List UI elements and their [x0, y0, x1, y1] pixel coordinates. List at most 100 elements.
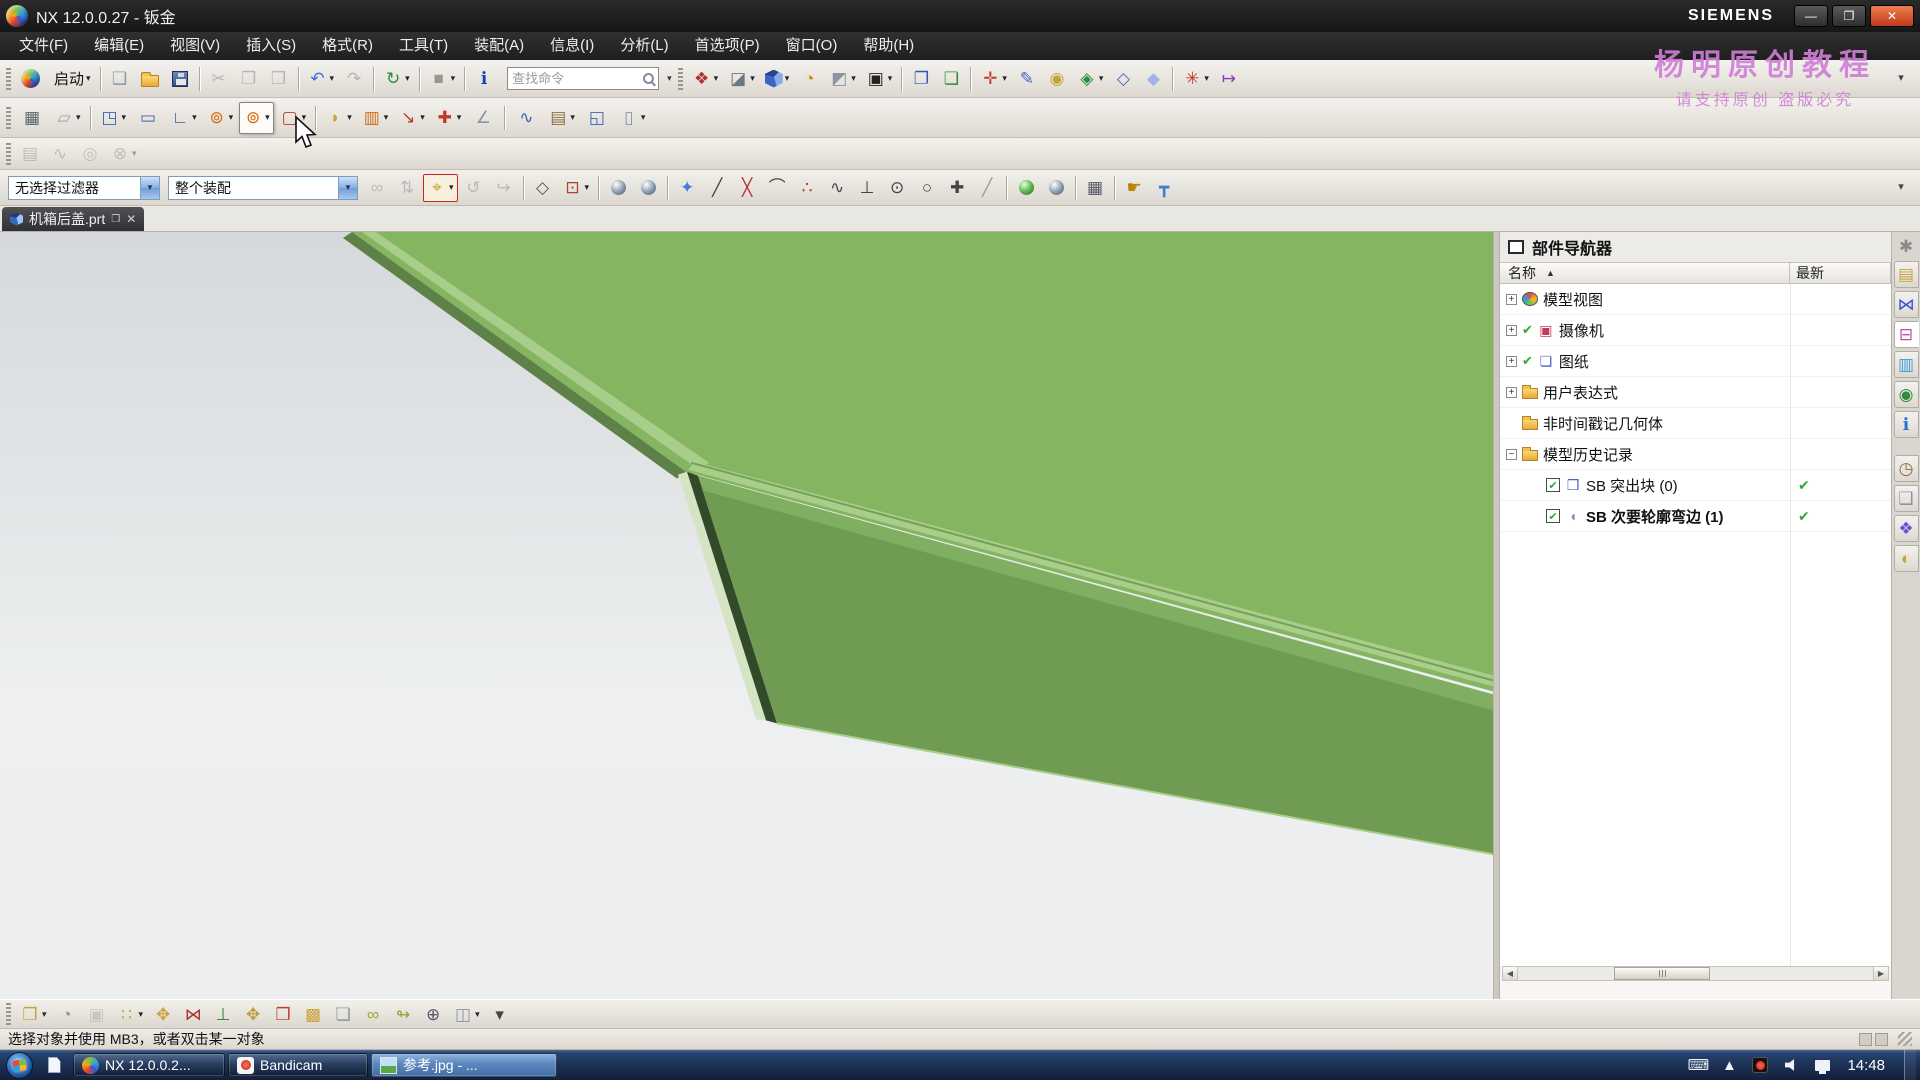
mirror-assembly-icon[interactable]: ⋈: [179, 1001, 207, 1027]
taskbar-btn-bandicam[interactable]: Bandicam: [228, 1053, 368, 1077]
snap-circle-icon[interactable]: ○: [913, 174, 941, 202]
network-icon[interactable]: [1812, 1055, 1832, 1075]
nav-row-sb-tab[interactable]: ✔ ❒ SB 突出块 (0) ✔: [1500, 470, 1891, 501]
start-button[interactable]: [6, 1052, 33, 1079]
expander-icon[interactable]: +: [1506, 325, 1517, 336]
punch-cutout-icon[interactable]: ⊚: [239, 102, 274, 134]
menu-window[interactable]: 窗口(O): [773, 32, 851, 60]
undo-icon[interactable]: ↶: [304, 65, 339, 93]
rectangle-select-icon[interactable]: ⊡: [559, 174, 594, 202]
status-panel-toggle-icons[interactable]: [1859, 1033, 1888, 1046]
scroll-track[interactable]: [1518, 967, 1873, 980]
assembly-navigator-tab[interactable]: ▤: [1894, 261, 1919, 288]
spring-side-icon[interactable]: ∿: [46, 140, 74, 168]
flange-icon[interactable]: ✚: [431, 102, 466, 134]
tray-expand-icon[interactable]: ▲: [1719, 1055, 1739, 1075]
column-header-name[interactable]: 名称 ▲: [1500, 263, 1790, 283]
tab-float-icon[interactable]: ❐: [111, 214, 120, 225]
nav-row-cameras[interactable]: + ✔ ▣ 摄像机: [1500, 315, 1891, 346]
snap-spline-icon[interactable]: ∿: [823, 174, 851, 202]
sheet-blank-icon[interactable]: ▱: [50, 102, 85, 134]
isometric-view-icon[interactable]: [761, 65, 794, 93]
window-layout-icon[interactable]: ❖: [688, 65, 723, 93]
tab-close-icon[interactable]: ✕: [126, 212, 136, 226]
unbend-icon[interactable]: ∠: [467, 102, 499, 134]
part-tab[interactable]: 机箱后盖.prt ❐ ✕: [2, 207, 144, 231]
taskbar-pinned-item[interactable]: [41, 1053, 67, 1077]
rebend-icon[interactable]: ∿: [510, 102, 542, 134]
find-in-scope-icon[interactable]: ∞: [363, 174, 391, 202]
nav-row-non-timestamp-geometry[interactable]: 非时间戳记几何体: [1500, 408, 1891, 439]
rail-settings-icon[interactable]: ✱: [1894, 234, 1919, 258]
convert-to-sheetmetal-icon[interactable]: ◱: [581, 102, 613, 134]
constraint-navigator-tab[interactable]: ⋈: [1894, 291, 1919, 318]
display-mode-icon[interactable]: ■: [425, 65, 460, 93]
new-file-icon[interactable]: ❏: [106, 65, 134, 93]
spring-tools-icon[interactable]: ⊗: [106, 140, 141, 168]
history-tab[interactable]: ◷: [1894, 455, 1919, 482]
exploded-views-icon[interactable]: ✥: [239, 1001, 267, 1027]
graphics-viewport[interactable]: [0, 232, 1493, 999]
snap-point-plus-icon[interactable]: ✚: [943, 174, 971, 202]
node-label[interactable]: SB 次要轮廓弯边 (1): [1586, 506, 1724, 527]
preview-eye-icon[interactable]: [1012, 174, 1040, 202]
feature-checkbox[interactable]: ✔: [1546, 478, 1560, 492]
measure-distance-icon[interactable]: ↦: [1215, 65, 1243, 93]
assembly-cut-icon[interactable]: ◫: [449, 1001, 484, 1027]
nav-row-model-views[interactable]: + 模型视图: [1500, 284, 1891, 315]
menu-insert[interactable]: 插入(S): [233, 32, 309, 60]
snap-center-icon[interactable]: ⊙: [883, 174, 911, 202]
wcs-orient-icon[interactable]: ✛: [976, 65, 1011, 93]
node-label[interactable]: 用户表达式: [1543, 382, 1618, 403]
nav-row-model-history[interactable]: − 模型历史记录: [1500, 439, 1891, 470]
move-component-icon[interactable]: ❒: [16, 1001, 51, 1027]
menu-help[interactable]: 帮助(H): [850, 32, 927, 60]
cut-icon[interactable]: ✂: [205, 65, 233, 93]
combo-dropdown-icon[interactable]: ▼: [140, 177, 159, 199]
snap-perpendicular-icon[interactable]: ⊥: [853, 174, 881, 202]
louver-icon[interactable]: ▥: [358, 102, 393, 134]
wave-link-icon[interactable]: ∞: [359, 1001, 387, 1027]
relations-browser-icon[interactable]: ⊕: [419, 1001, 447, 1027]
node-label[interactable]: 图纸: [1559, 351, 1589, 372]
snap-midpoint-icon[interactable]: ✦: [673, 174, 701, 202]
rollover-shaded-icon[interactable]: [634, 174, 662, 202]
menu-tools[interactable]: 工具(T): [386, 32, 461, 60]
resize-grip-icon[interactable]: [1898, 1032, 1912, 1046]
command-finder[interactable]: [507, 67, 659, 90]
nav-row-drawing[interactable]: + ✔ ❏ 图纸: [1500, 346, 1891, 377]
info-window-icon[interactable]: ℹ: [470, 65, 498, 93]
flat-pattern-icon[interactable]: ▭: [132, 102, 164, 134]
selection-filter-combo[interactable]: 无选择过滤器 ▼: [8, 176, 160, 200]
taskbar-btn-image[interactable]: 参考.jpg - ...: [371, 1053, 557, 1077]
volume-icon[interactable]: [1781, 1055, 1801, 1075]
node-label[interactable]: 摄像机: [1559, 320, 1604, 341]
snap-spline-point-icon[interactable]: ∴: [793, 174, 821, 202]
panel-splitter[interactable]: [1493, 232, 1500, 999]
menu-preferences[interactable]: 首选项(P): [682, 32, 773, 60]
select-curve-icon[interactable]: ↪: [490, 174, 518, 202]
snap-line-icon[interactable]: ╱: [703, 174, 731, 202]
nx-mini-logo-icon[interactable]: [16, 65, 44, 93]
pattern-feature-icon[interactable]: ▩: [299, 1001, 327, 1027]
background-color-icon[interactable]: ▣: [862, 65, 897, 93]
interpart-copy-icon[interactable]: ↬: [389, 1001, 417, 1027]
paste-icon[interactable]: ❒: [265, 65, 293, 93]
manage-views-tab[interactable]: ❖: [1894, 515, 1919, 542]
save-icon[interactable]: [166, 65, 194, 93]
menu-assembly[interactable]: 装配(A): [461, 32, 537, 60]
menu-info[interactable]: 信息(I): [537, 32, 607, 60]
expander-icon[interactable]: +: [1506, 294, 1517, 305]
sequence-constraints-icon[interactable]: ⊥: [209, 1001, 237, 1027]
bandicam-record-icon[interactable]: [1750, 1055, 1770, 1075]
immediate-hide-icon[interactable]: ◇: [1109, 65, 1137, 93]
menu-view[interactable]: 视图(V): [157, 32, 233, 60]
clip-section-icon[interactable]: ◔: [795, 65, 823, 93]
column-header-latest[interactable]: 最新: [1790, 263, 1890, 283]
part-navigator-tab[interactable]: ⊟: [1894, 321, 1919, 348]
nav-row-sb-contour-flange[interactable]: ✔ ◖ SB 次要轮廓弯边 (1) ✔: [1500, 501, 1891, 532]
node-label[interactable]: 非时间戳记几何体: [1543, 413, 1663, 434]
start-app-button[interactable]: 启动: [46, 65, 95, 93]
redo-icon[interactable]: ↷: [340, 65, 368, 93]
snap-point-icon[interactable]: ⌖: [423, 174, 458, 202]
